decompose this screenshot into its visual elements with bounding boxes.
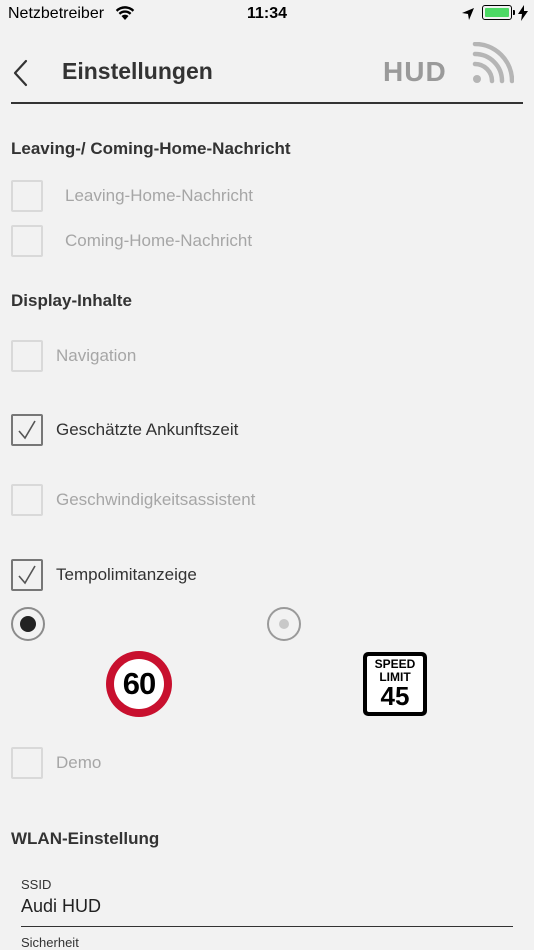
coming-home-label: Coming-Home-Nachricht [65,231,253,250]
checkmark-icon [18,565,36,585]
section-title-leaving: Leaving-/ Coming-Home-Nachricht [11,139,291,158]
coming-home-checkbox[interactable] [11,225,43,257]
section-title-display: Display-Inhalte [11,291,132,310]
speed-limit-display-label: Tempolimitanzeige [56,565,197,584]
page-title: Einstellungen [62,58,213,84]
speed-assistant-label: Geschwindigkeitsassistent [56,490,256,509]
ssid-field[interactable]: Audi HUD [21,896,101,917]
us-speed-limit-sign[interactable]: SPEED LIMIT 45 [363,652,427,716]
checkmark-icon [18,420,36,440]
status-bar: Netzbetreiber 11:34 [0,0,534,28]
us-sign-value: 45 [380,681,410,711]
status-time: 11:34 [246,5,288,22]
radio-eu-sign[interactable] [11,607,45,641]
section-title-wlan: WLAN-Einstellung [11,829,160,848]
chevron-left-icon[interactable] [10,58,36,88]
header-divider [11,102,523,104]
location-arrow-icon [462,8,474,20]
ssid-label: SSID [21,877,52,892]
eu-sign-value: 60 [122,666,156,701]
security-label: Sicherheit [21,935,79,950]
eta-checkbox[interactable] [11,414,43,446]
navigation-checkbox[interactable] [11,340,43,372]
navigation-label: Navigation [56,346,137,365]
rss-signal-icon [472,42,514,84]
ssid-underline [21,926,513,927]
battery-icon [482,5,515,20]
demo-checkbox[interactable] [11,747,43,779]
hud-label: HUD [383,56,447,87]
charging-bolt-icon [518,5,528,21]
eta-label: Geschätzte Ankunftszeit [56,420,239,439]
speed-limit-display-checkbox[interactable] [11,559,43,591]
leaving-home-checkbox[interactable] [11,180,43,212]
demo-label: Demo [56,753,102,772]
radio-us-sign[interactable] [267,607,301,641]
eu-speed-limit-sign[interactable]: 60 [106,651,172,717]
leaving-home-label: Leaving-Home-Nachricht [65,186,254,205]
speed-assistant-checkbox[interactable] [11,484,43,516]
